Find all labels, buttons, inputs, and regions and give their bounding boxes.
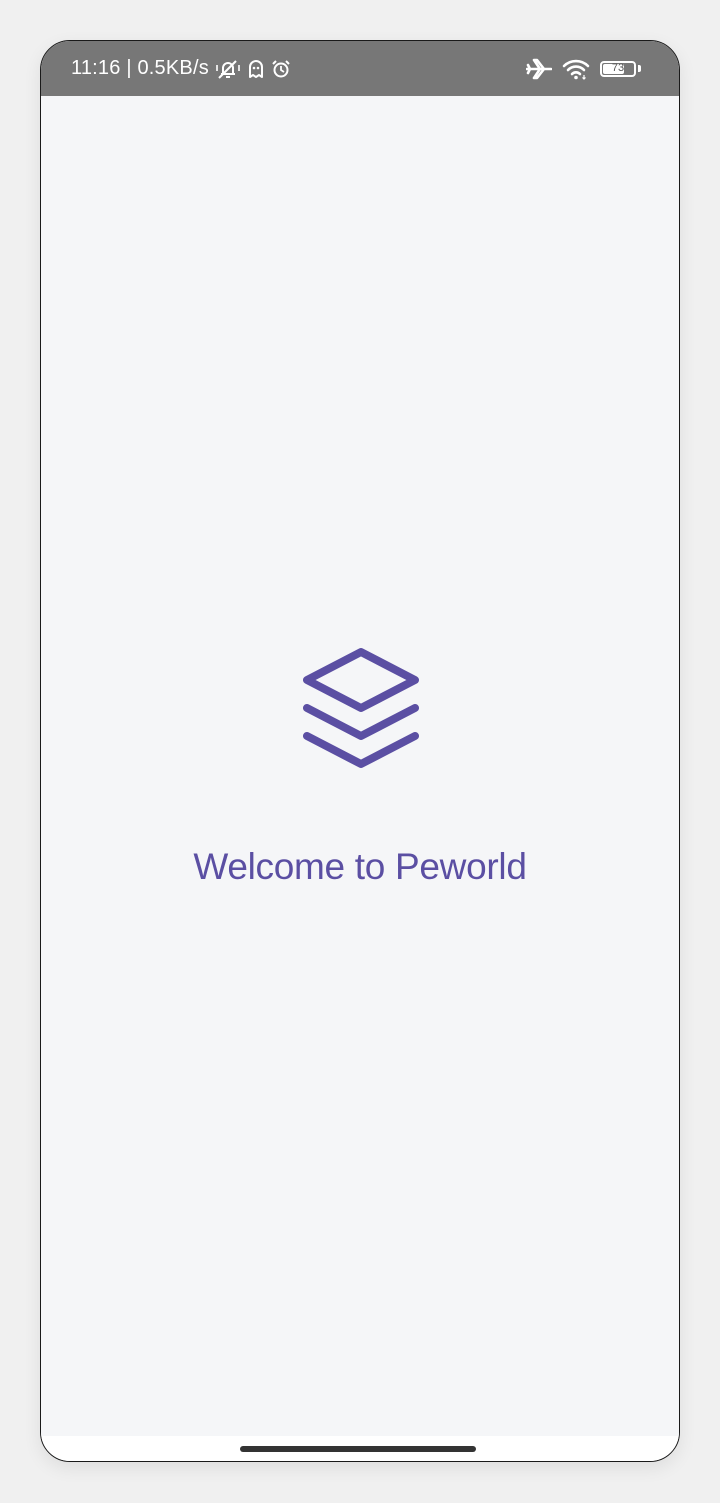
battery-level: 73 <box>611 62 625 74</box>
navigation-bar <box>41 1436 679 1461</box>
ghost-icon <box>247 59 265 79</box>
battery-icon: 73 <box>600 60 636 77</box>
wifi-icon <box>562 58 590 80</box>
airplane-icon <box>526 57 552 81</box>
home-indicator[interactable] <box>240 1446 476 1452</box>
phone-frame: 11:16 | 0.5KB/s 73 Welcome to Peworld <box>40 40 680 1462</box>
status-bar-right: 73 <box>526 41 641 96</box>
splash-screen: Welcome to Peworld <box>41 96 679 1436</box>
status-bar-left: 11:16 | 0.5KB/s <box>71 41 291 96</box>
mute-vibrate-icon <box>215 58 241 80</box>
status-time-speed: 11:16 | 0.5KB/s <box>71 57 209 79</box>
battery-cap <box>638 65 641 72</box>
battery-body: 73 <box>600 60 636 77</box>
stacked-layers-icon <box>299 646 423 772</box>
welcome-title: Welcome to Peworld <box>193 846 527 887</box>
status-bar: 11:16 | 0.5KB/s 73 <box>41 41 679 96</box>
alarm-icon <box>271 59 291 79</box>
